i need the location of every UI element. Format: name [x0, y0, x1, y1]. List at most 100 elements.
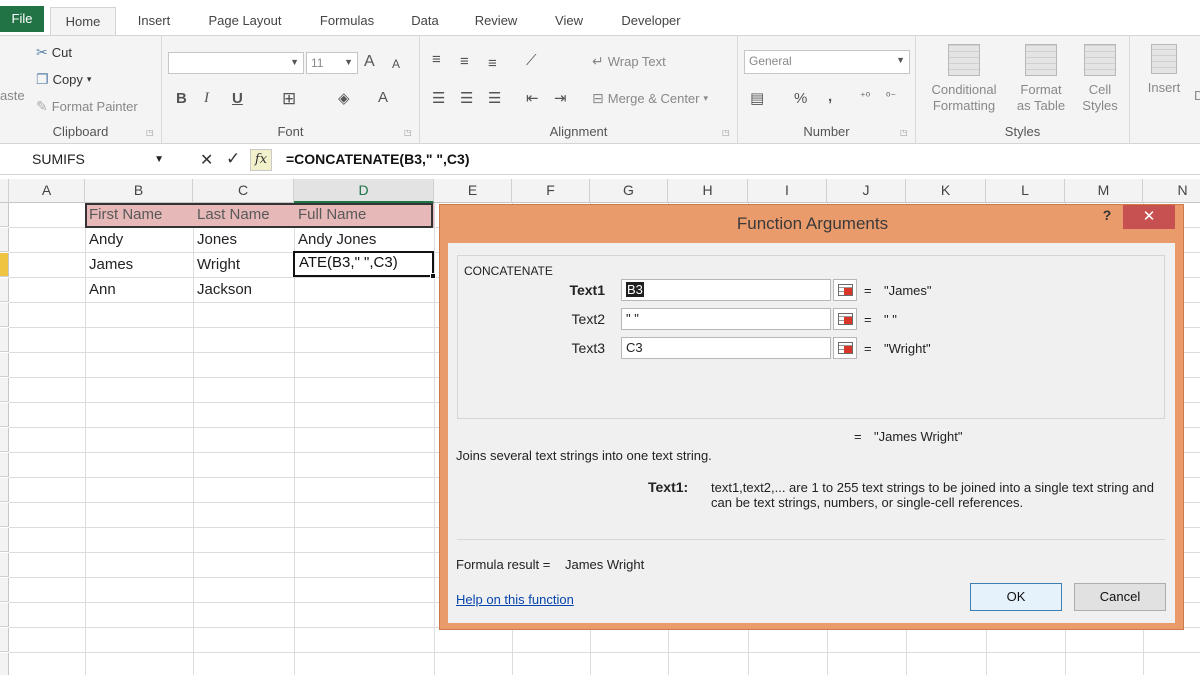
cell-b2[interactable]: Andy — [85, 228, 193, 252]
row-header[interactable] — [0, 553, 9, 577]
column-header-n[interactable]: N — [1143, 179, 1200, 203]
underline-button[interactable]: U — [232, 90, 243, 107]
column-header-j[interactable]: J — [827, 179, 906, 203]
orientation-icon[interactable]: ⟋ — [526, 52, 537, 69]
row-header[interactable] — [0, 478, 9, 502]
cell-c4[interactable]: Jackson — [193, 278, 294, 302]
text2-input[interactable]: " " — [621, 308, 831, 330]
percent-button[interactable]: % — [794, 90, 807, 107]
row-header[interactable] — [0, 403, 9, 427]
conditional-formatting-button[interactable]: Conditional Formatting — [920, 44, 1008, 114]
row-header-active[interactable] — [0, 253, 9, 277]
row-header[interactable] — [0, 428, 9, 452]
column-header-h[interactable]: H — [668, 179, 748, 203]
delete-cells-button[interactable]: D — [1194, 88, 1200, 103]
fill-color-icon[interactable]: ◈ — [338, 89, 350, 107]
ok-button[interactable]: OK — [970, 583, 1062, 611]
align-bottom-icon[interactable]: ≡ — [488, 55, 497, 72]
tab-file[interactable]: File — [0, 6, 44, 32]
help-on-function-link[interactable]: Help on this function — [456, 592, 574, 607]
row-header[interactable] — [0, 453, 9, 477]
copy-button[interactable]: ❐ Copy ▾ — [36, 71, 91, 88]
grow-font-button[interactable]: A — [364, 53, 375, 71]
borders-icon[interactable]: ⊞ — [282, 89, 296, 109]
dialog-launcher-icon[interactable]: ◳ — [900, 129, 909, 138]
column-header-f[interactable]: F — [512, 179, 590, 203]
decrease-decimal-icon[interactable]: ⁰⁻ — [886, 90, 896, 103]
column-header-l[interactable]: L — [986, 179, 1065, 203]
row-header[interactable] — [0, 353, 9, 377]
cell-c3[interactable]: Wright — [193, 253, 294, 277]
cell-b4[interactable]: Ann — [85, 278, 193, 302]
dialog-launcher-icon[interactable]: ◳ — [722, 129, 731, 138]
font-name-select[interactable]: ▼ — [168, 52, 304, 74]
row-header[interactable] — [0, 203, 9, 227]
column-header-k[interactable]: K — [906, 179, 986, 203]
column-header-e[interactable]: E — [434, 179, 512, 203]
tab-view[interactable]: View — [542, 7, 596, 36]
cancel-entry-icon[interactable]: ✕ — [200, 150, 213, 170]
dialog-launcher-icon[interactable]: ◳ — [404, 129, 413, 138]
align-middle-icon[interactable]: ≡ — [460, 53, 469, 70]
fill-handle[interactable] — [430, 273, 436, 279]
row-header[interactable] — [0, 653, 9, 675]
align-top-icon[interactable]: ≡ — [432, 51, 441, 68]
row-header[interactable] — [0, 528, 9, 552]
increase-indent-icon[interactable]: ⇥ — [554, 89, 567, 107]
tab-insert[interactable]: Insert — [124, 7, 184, 36]
active-cell-d3[interactable]: ATE(B3," ",C3) — [293, 251, 436, 279]
align-right-icon[interactable]: ☰ — [488, 89, 501, 107]
column-header-c[interactable]: C — [193, 179, 294, 203]
decrease-indent-icon[interactable]: ⇤ — [526, 89, 539, 107]
row-header[interactable] — [0, 603, 9, 627]
select-all-corner[interactable] — [0, 179, 9, 203]
column-header-g[interactable]: G — [590, 179, 668, 203]
row-header[interactable] — [0, 278, 9, 302]
column-header-i[interactable]: I — [748, 179, 827, 203]
align-center-icon[interactable]: ☰ — [460, 89, 473, 107]
row-header[interactable] — [0, 303, 9, 327]
row-header[interactable] — [0, 228, 9, 252]
merge-center-button[interactable]: ⊟ Merge & Center ▾ — [592, 90, 708, 107]
font-color-button[interactable]: A — [378, 89, 388, 106]
collapse-dialog-icon[interactable] — [833, 337, 857, 359]
row-header[interactable] — [0, 328, 9, 352]
tab-formulas[interactable]: Formulas — [308, 7, 386, 36]
insert-cells-button[interactable]: Insert — [1140, 44, 1188, 96]
shrink-font-button[interactable]: A — [392, 57, 400, 71]
number-format-select[interactable]: General ▼ — [744, 50, 910, 74]
currency-icon[interactable]: ▤ — [750, 89, 764, 107]
dialog-help-button[interactable]: ? — [1096, 207, 1118, 227]
row-header[interactable] — [0, 628, 9, 652]
cell-c2[interactable]: Jones — [193, 228, 294, 252]
cell-b1[interactable]: First Name — [85, 203, 193, 227]
insert-function-button[interactable]: fx — [250, 149, 272, 171]
enter-entry-icon[interactable]: ✓ — [226, 149, 240, 169]
format-painter-button[interactable]: ✎ Format Painter — [36, 98, 138, 115]
row-header[interactable] — [0, 503, 9, 527]
tab-data[interactable]: Data — [400, 7, 450, 36]
tab-developer[interactable]: Developer — [608, 7, 694, 36]
column-header-a[interactable]: A — [9, 179, 85, 203]
cancel-button[interactable]: Cancel — [1074, 583, 1166, 611]
cell-d2[interactable]: Andy Jones — [294, 228, 434, 252]
format-as-table-button[interactable]: Format as Table — [1008, 44, 1074, 114]
dialog-launcher-icon[interactable]: ◳ — [146, 129, 155, 138]
dialog-title[interactable]: Function Arguments — [440, 205, 1185, 243]
bold-button[interactable]: B — [176, 90, 187, 107]
column-header-b[interactable]: B — [85, 179, 193, 203]
cut-button[interactable]: ✂ Cut — [36, 44, 72, 61]
wrap-text-button[interactable]: ↵ Wrap Text — [592, 53, 666, 70]
tab-review[interactable]: Review — [464, 7, 528, 36]
cell-b3[interactable]: James — [85, 253, 193, 277]
column-header-m[interactable]: M — [1065, 179, 1143, 203]
formula-input[interactable]: =CONCATENATE(B3," ",C3) — [286, 151, 470, 167]
collapse-dialog-icon[interactable] — [833, 308, 857, 330]
font-size-select[interactable]: 11 ▼ — [306, 52, 358, 74]
text1-input[interactable]: B3 — [621, 279, 831, 301]
cell-c1[interactable]: Last Name — [193, 203, 294, 227]
row-header[interactable] — [0, 378, 9, 402]
comma-button[interactable]: , — [828, 88, 832, 105]
cell-styles-button[interactable]: Cell Styles — [1074, 44, 1126, 114]
text3-input[interactable]: C3 — [621, 337, 831, 359]
